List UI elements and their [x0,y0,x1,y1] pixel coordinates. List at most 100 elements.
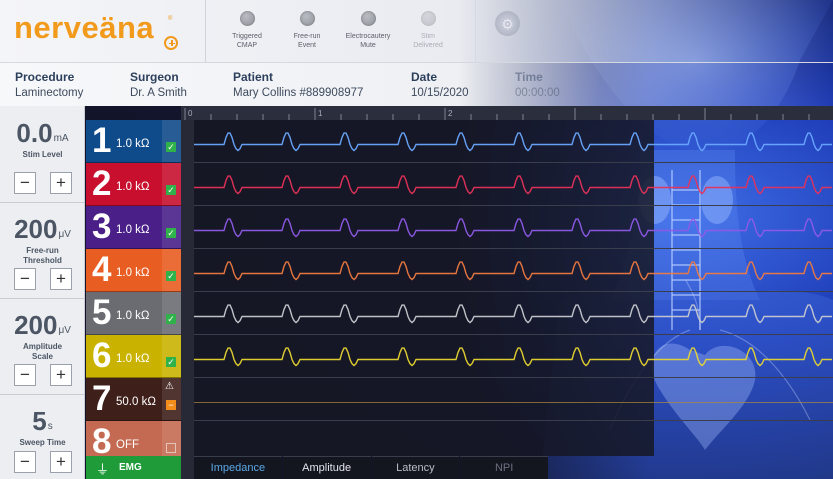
indicator-label: Free-run [293,33,321,40]
amplitude-scale-label-2: Scale [32,352,53,361]
sweep-time-value: 5 [32,406,47,436]
sweep-time-unit: s [47,421,53,432]
time-info: Time 00:00:00 [515,70,560,99]
amplitude-scale-decrease-button[interactable]: − [14,364,36,386]
date-label: Date [411,70,438,84]
ruler-tick-label: 1 [318,109,323,118]
channel-status-strip [162,163,181,205]
free-run-threshold-control: 200 μV Free-run Threshold − + [0,202,85,299]
view-tabs: Impedance Amplitude Latency NPI [194,456,549,479]
stim-level-value: 0.0 [16,118,53,148]
amplitude-scale-column [181,106,194,479]
date-info: Date 10/15/2020 [411,70,469,99]
settings-panel: 0.0 mA Stim Level − + 200 μV Free-run Thres… [0,106,85,479]
indicator-label: Mute [360,42,376,49]
channel-row-3[interactable]: 3 1.0 kΩ ✓ [86,206,181,249]
free-run-threshold-increase-button[interactable]: + [50,268,72,290]
channel-row-2[interactable]: 2 1.0 kΩ ✓ [86,163,181,206]
channel-row-4[interactable]: 4 1.0 kΩ ✓ [86,249,181,292]
channel-disabled-checkbox-icon[interactable] [166,443,176,453]
amplitude-scale-increase-button[interactable]: + [50,364,72,386]
sweep-time-increase-button[interactable]: + [50,451,72,473]
surgeon-value: Dr. A Smith [130,87,187,99]
channel-impedance: 1.0 kΩ [116,181,150,193]
free-run-threshold-label: Free-run [26,246,59,255]
time-value: 00:00:00 [515,87,560,99]
ground-icon: ⏚ [96,462,110,477]
tab-npi[interactable]: NPI [460,456,548,479]
channel-status-strip [162,292,181,334]
channel-row-5[interactable]: 5 1.0 kΩ ✓ [86,292,181,335]
sweep-time-label: Sweep Time [19,438,66,447]
channel-enabled-checkbox-icon[interactable]: ✓ [166,228,176,238]
indicator-light-icon [239,11,255,26]
amplitude-scale-unit: μV [58,325,71,336]
free-run-threshold-unit: μV [58,229,71,240]
tab-latency[interactable]: Latency [371,456,460,479]
indicator-label: Stim [421,33,435,40]
channel-impedance: 1.0 kΩ [116,353,150,365]
channel-enabled-checkbox-icon[interactable]: ✓ [166,314,176,324]
ruler-tick-label: 0 [188,109,193,118]
channel-enabled-checkbox-icon[interactable]: ✓ [166,185,176,195]
indicator-light-icon [299,11,315,26]
ruler-background [181,106,833,120]
channel-number: 4 [92,250,112,289]
indicator-label: Delivered [413,42,443,49]
channel-number: 7 [92,379,112,418]
channel-impedance: OFF [116,439,139,451]
patient-info: Patient Mary Collins #889908977 [233,70,363,99]
sweep-time-decrease-button[interactable]: − [14,451,36,473]
channel-row-7[interactable]: 7 50.0 kΩ − ⚠ [86,378,181,421]
patient-label: Patient [233,70,274,84]
emg-label: EMG [119,462,142,473]
ruler-tick-label: 2 [448,109,453,118]
channel-status-strip [162,206,181,248]
free-run-threshold-decrease-button[interactable]: − [14,268,36,290]
stim-delivered-indicator: Stim Delivered [393,11,463,50]
sweep-time-control: 5s Sweep Time − + [0,394,85,479]
gear-icon: ⚙ [501,15,514,32]
divider [205,0,206,62]
channel-number: 3 [92,207,112,246]
waveform-display [194,120,833,456]
case-info-bar: Procedure Laminectomy Surgeon Dr. A Smit… [0,62,833,106]
stim-level-decrease-button[interactable]: − [14,172,36,194]
nerveana-app: nerveäna ® Triggered CMAP Free-run Event E… [0,0,833,479]
procedure-label: Procedure [15,70,75,84]
procedure-value: Laminectomy [15,87,84,99]
registered-mark: ® [168,16,173,22]
indicator-label: CMAP [236,42,258,49]
indicator-label: Triggered [232,33,262,40]
channel-impedance: 1.0 kΩ [116,138,150,150]
channel-warning-icon[interactable]: − [166,400,176,410]
amplitude-scale-label: Amplitude [22,342,63,351]
channel-enabled-checkbox-icon[interactable]: ✓ [166,271,176,281]
free-run-event-indicator: Free-run Event [272,11,342,50]
channel-row-1[interactable]: 1 1.0 kΩ ✓ [86,120,181,163]
electrode-disconnect-icon: ⚠ [165,381,174,392]
free-run-threshold-value: 200 [14,214,58,244]
divider [475,0,476,62]
nerveana-logo: nerveäna [14,10,155,45]
channel-row-6[interactable]: 6 1.0 kΩ ✓ [86,335,181,378]
procedure-info: Procedure Laminectomy [15,70,83,99]
free-run-threshold-label-2: Threshold [23,256,62,265]
surgeon-label: Surgeon [130,70,179,84]
stim-level-increase-button[interactable]: + [50,172,72,194]
tab-impedance[interactable]: Impedance [194,456,282,479]
indicator-light-icon [360,11,376,26]
tab-amplitude[interactable]: Amplitude [282,456,371,479]
channel-enabled-checkbox-icon[interactable]: ✓ [166,357,176,367]
channel-enabled-checkbox-icon[interactable]: ✓ [166,142,176,152]
patient-value: Mary Collins #889908977 [233,87,364,99]
top-bar: nerveäna ® Triggered CMAP Free-run Event E… [0,0,833,62]
emg-ground-button[interactable]: ⏚ EMG [86,456,181,479]
channel-impedance: 50.0 kΩ [116,396,156,408]
time-ruler: 0 1 2 [181,106,833,120]
indicator-light-icon [420,11,436,26]
trace-area-background [194,120,654,456]
settings-gear-button[interactable]: ⚙ [495,11,520,36]
channel-number: 6 [92,336,112,375]
stim-level-unit: mA [53,133,69,144]
